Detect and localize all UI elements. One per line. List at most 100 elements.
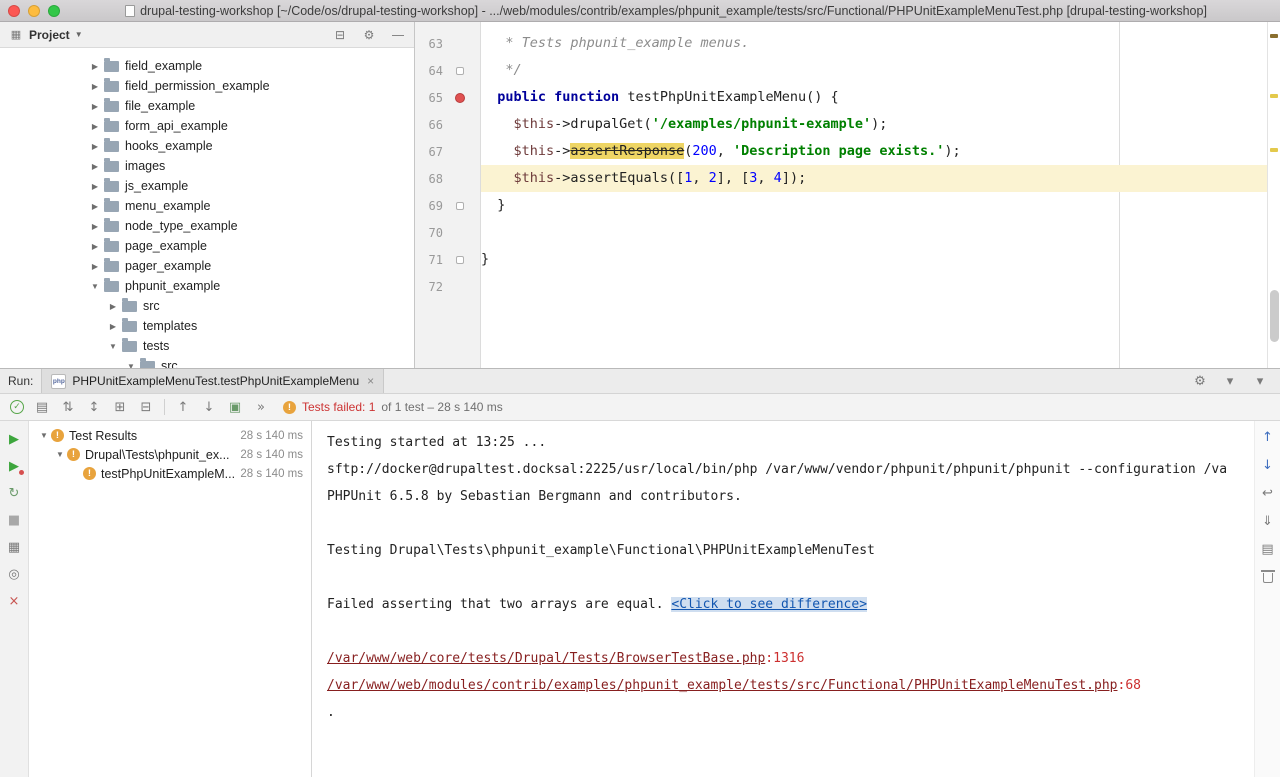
project-tree-item[interactable]: ▶templates: [0, 316, 414, 336]
tests-summary: of 1 test – 28 s 140 ms: [381, 400, 502, 414]
project-tree-item[interactable]: ▶ js_example: [0, 176, 414, 196]
show-passed-icon[interactable]: ✓: [10, 400, 24, 414]
rerun-button[interactable]: ▶: [6, 431, 22, 447]
code-line[interactable]: }: [481, 246, 1280, 273]
test-tree-item[interactable]: !testPhpUnitExampleM...28 s 140 ms: [29, 464, 311, 483]
error-stripe[interactable]: [1267, 22, 1280, 368]
project-tree-item[interactable]: ▶field_permission_example: [0, 76, 414, 96]
toggle-auto-test-button[interactable]: ↻: [6, 485, 22, 501]
chevron-right-icon[interactable]: ▶: [88, 262, 102, 271]
print-icon[interactable]: ▤: [1260, 541, 1276, 557]
project-tree-item[interactable]: ▶src: [0, 296, 414, 316]
chevron-down-icon[interactable]: ▼: [88, 282, 102, 291]
project-panel-title[interactable]: Project: [29, 28, 70, 42]
rerun-failed-tests-button[interactable]: ▶: [6, 458, 22, 474]
hide-panel-icon[interactable]: ―: [390, 27, 406, 43]
settings-icon[interactable]: ⚙: [361, 27, 377, 43]
expand-all-icon[interactable]: ⊞: [112, 399, 128, 415]
pin-tab-button[interactable]: ◎: [6, 566, 22, 582]
close-button[interactable]: ×: [6, 593, 22, 609]
code-line[interactable]: [481, 273, 1280, 300]
project-tree-item[interactable]: ▶images: [0, 156, 414, 176]
chevron-right-icon[interactable]: ▶: [88, 182, 102, 191]
editor[interactable]: 63646566676869707172 * Tests phpunit_exa…: [415, 22, 1280, 368]
chevron-down-icon[interactable]: ▼: [53, 450, 67, 459]
project-view-dropdown-icon[interactable]: ▼: [75, 30, 83, 39]
project-tree-item[interactable]: ▶menu_example: [0, 196, 414, 216]
hide-panel-icon[interactable]: ▾: [1252, 373, 1268, 389]
chevron-down-icon[interactable]: ▼: [37, 431, 51, 440]
project-tree-item[interactable]: ▼src: [0, 356, 414, 368]
code-line[interactable]: $this->drupalGet('/examples/phpunit-exam…: [481, 111, 1280, 138]
code-token: ->assertEquals([: [554, 170, 684, 186]
editor-scrollbar[interactable]: [1270, 290, 1279, 342]
zoom-window-button[interactable]: [48, 5, 60, 17]
project-tree-item[interactable]: ▼tests: [0, 336, 414, 356]
next-failed-test-icon[interactable]: ↓: [201, 399, 217, 415]
fold-marker-icon[interactable]: [456, 67, 464, 75]
project-tree-item[interactable]: ▶hooks_example: [0, 136, 414, 156]
test-console[interactable]: Testing started at 13:25 ...sftp://docke…: [312, 421, 1254, 777]
restore-layout-button[interactable]: ▦: [6, 539, 22, 555]
run-tab[interactable]: php PHPUnitExampleMenuTest.testPhpUnitEx…: [41, 369, 384, 393]
test-tree-item[interactable]: ▼!Test Results28 s 140 ms: [29, 426, 311, 445]
project-tree-item[interactable]: ▶field_example: [0, 56, 414, 76]
project-tree-item[interactable]: ▼phpunit_example: [0, 276, 414, 296]
chevron-right-icon[interactable]: ▶: [106, 302, 120, 311]
soft-wrap-icon[interactable]: ↩: [1260, 485, 1276, 501]
test-failed-gutter-icon[interactable]: [455, 93, 465, 103]
next-occurrence-icon[interactable]: ↓: [1260, 457, 1276, 473]
test-tree-item[interactable]: ▼!Drupal\Tests\phpunit_ex...28 s 140 ms: [29, 445, 311, 464]
file-link[interactable]: /var/www/web/modules/contrib/examples/ph…: [327, 678, 1118, 693]
scroll-to-end-icon[interactable]: ⇓: [1260, 513, 1276, 529]
previous-occurrence-icon[interactable]: ↑: [1260, 429, 1276, 445]
settings-caret-icon[interactable]: ▾: [1222, 373, 1238, 389]
sort-alphabetically-icon[interactable]: ⇅: [60, 399, 76, 415]
chevron-right-icon[interactable]: ▶: [88, 62, 102, 71]
code-token: [481, 116, 514, 132]
previous-failed-test-icon[interactable]: ↑: [175, 399, 191, 415]
sort-by-duration-icon[interactable]: ↕: [86, 399, 102, 415]
close-window-button[interactable]: [8, 5, 20, 17]
code-line[interactable]: * Tests phpunit_example menus.: [481, 30, 1280, 57]
chevron-right-icon[interactable]: ▶: [88, 202, 102, 211]
code-line[interactable]: [481, 219, 1280, 246]
chevron-down-icon[interactable]: ▼: [106, 342, 120, 351]
collapse-all-icon[interactable]: ⊟: [332, 27, 348, 43]
file-link[interactable]: /var/www/web/core/tests/Drupal/Tests/Bro…: [327, 651, 765, 666]
project-tree-item[interactable]: ▶page_example: [0, 236, 414, 256]
fold-marker-icon[interactable]: [456, 256, 464, 264]
tab-close-icon[interactable]: ×: [367, 374, 374, 388]
chevron-right-icon[interactable]: ▶: [88, 242, 102, 251]
code-line[interactable]: */: [481, 57, 1280, 84]
more-options-icon[interactable]: »: [253, 399, 269, 415]
collapse-all-icon[interactable]: ⊟: [138, 399, 154, 415]
chevron-right-icon[interactable]: ▶: [106, 322, 120, 331]
fold-marker-icon[interactable]: [456, 202, 464, 210]
chevron-right-icon[interactable]: ▶: [88, 102, 102, 111]
run-tab-label: PHPUnitExampleMenuTest.testPhpUnitExampl…: [72, 374, 359, 388]
chevron-right-icon[interactable]: ▶: [88, 122, 102, 131]
show-console-icon[interactable]: ▤: [34, 399, 50, 415]
settings-icon[interactable]: ⚙: [1192, 373, 1208, 389]
project-tree-item[interactable]: ▶pager_example: [0, 256, 414, 276]
project-tree-item[interactable]: ▶file_example: [0, 96, 414, 116]
stop-button[interactable]: ■: [6, 512, 22, 528]
chevron-right-icon[interactable]: ▶: [88, 142, 102, 151]
code-line[interactable]: $this->assertResponse(200, 'Description …: [481, 138, 1280, 165]
clear-all-icon[interactable]: [1263, 573, 1273, 583]
chevron-right-icon[interactable]: ▶: [88, 222, 102, 231]
project-tree-item-label: js_example: [125, 179, 188, 193]
chevron-right-icon[interactable]: ▶: [88, 82, 102, 91]
minimize-window-button[interactable]: [28, 5, 40, 17]
code-line[interactable]: }: [481, 192, 1280, 219]
project-tree-item[interactable]: ▶node_type_example: [0, 216, 414, 236]
open-results-icon[interactable]: ▣: [227, 399, 243, 415]
see-difference-link[interactable]: <Click to see difference>: [671, 597, 867, 612]
project-tree-item[interactable]: ▶form_api_example: [0, 116, 414, 136]
editor-code-area[interactable]: * Tests phpunit_example menus. */ public…: [481, 22, 1280, 368]
folder-icon: [104, 221, 119, 232]
code-line[interactable]: public function testPhpUnitExampleMenu()…: [481, 84, 1280, 111]
code-line[interactable]: $this->assertEquals([1, 2], [3, 4]);: [481, 165, 1280, 192]
chevron-right-icon[interactable]: ▶: [88, 162, 102, 171]
